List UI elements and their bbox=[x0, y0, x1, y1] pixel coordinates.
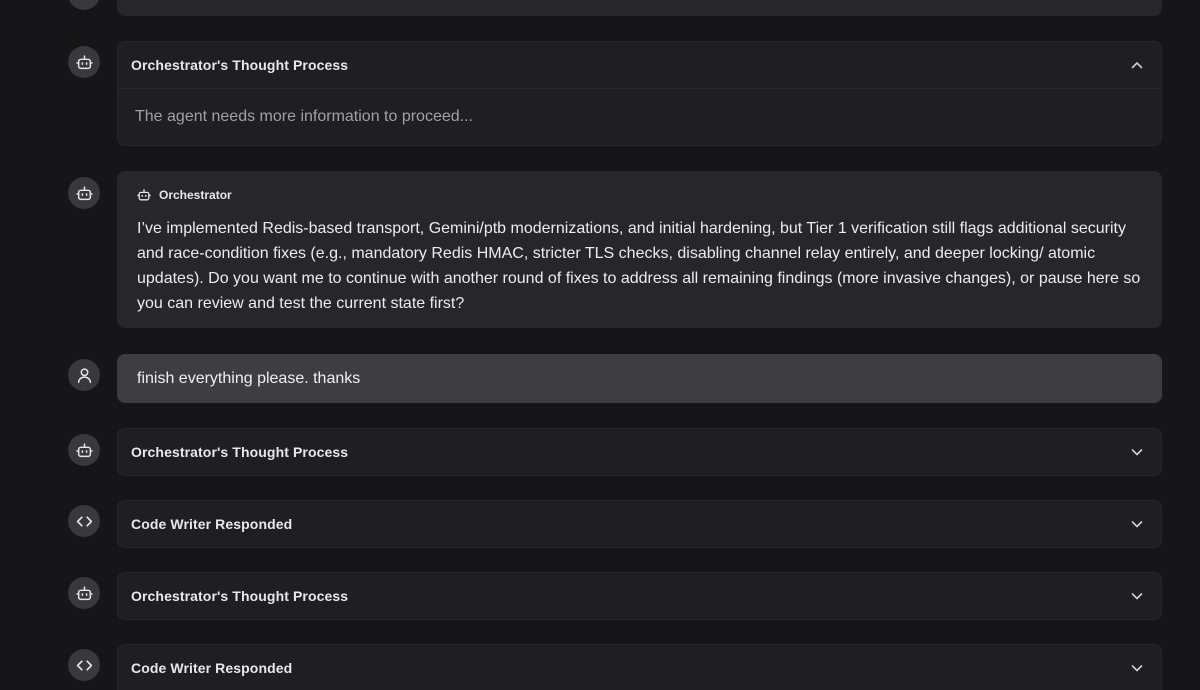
conversation-feed: Orchestrator's Thought Process The agent… bbox=[0, 0, 1200, 690]
orchestrator-message-card: Orchestrator I’ve implemented Redis-base… bbox=[117, 171, 1162, 328]
code-writer-header[interactable]: Code Writer Responded bbox=[118, 501, 1161, 547]
thought-process-title: Orchestrator's Thought Process bbox=[131, 444, 349, 460]
thought-process-card: Orchestrator's Thought Process bbox=[117, 428, 1162, 476]
avatar-robot bbox=[68, 177, 100, 209]
robot-icon bbox=[75, 585, 93, 600]
thought-process-card: Orchestrator's Thought Process The agent… bbox=[117, 41, 1162, 146]
thought-process-title: Orchestrator's Thought Process bbox=[131, 57, 349, 73]
robot-icon bbox=[137, 189, 151, 201]
chevron-down-icon[interactable] bbox=[1129, 516, 1145, 532]
code-writer-header[interactable]: Code Writer Responded bbox=[118, 645, 1161, 690]
code-icon bbox=[76, 515, 92, 527]
code-writer-card: Code Writer Responded bbox=[117, 644, 1162, 690]
thought-process-body: The agent needs more information to proc… bbox=[118, 88, 1161, 145]
thought-process-header[interactable]: Orchestrator's Thought Process bbox=[118, 573, 1161, 619]
avatar-robot bbox=[68, 46, 100, 78]
code-icon bbox=[76, 659, 92, 671]
user-icon bbox=[77, 367, 91, 383]
chevron-down-icon[interactable] bbox=[1129, 444, 1145, 460]
avatar-code bbox=[68, 505, 100, 537]
chevron-up-icon[interactable] bbox=[1129, 57, 1145, 73]
robot-icon bbox=[75, 54, 93, 69]
thought-process-header[interactable]: Orchestrator's Thought Process bbox=[118, 42, 1161, 88]
previous-message-card bbox=[117, 0, 1162, 16]
message-author-name: Orchestrator bbox=[159, 188, 232, 202]
avatar-robot bbox=[68, 577, 100, 609]
thought-process-header[interactable]: Orchestrator's Thought Process bbox=[118, 429, 1161, 475]
avatar-robot bbox=[68, 434, 100, 466]
chevron-down-icon[interactable] bbox=[1129, 588, 1145, 604]
user-message-card: finish everything please. thanks bbox=[117, 354, 1162, 403]
robot-icon bbox=[75, 442, 93, 457]
code-writer-title: Code Writer Responded bbox=[131, 516, 293, 532]
thought-process-title: Orchestrator's Thought Process bbox=[131, 588, 349, 604]
message-text: I’ve implemented Redis-based transport, … bbox=[137, 220, 1141, 312]
thought-process-card: Orchestrator's Thought Process bbox=[117, 572, 1162, 620]
code-writer-card: Code Writer Responded bbox=[117, 500, 1162, 548]
user-message-text: finish everything please. thanks bbox=[137, 369, 361, 387]
robot-icon bbox=[75, 185, 93, 200]
avatar-code bbox=[68, 649, 100, 681]
message-author: Orchestrator bbox=[137, 186, 1142, 204]
chevron-down-icon[interactable] bbox=[1129, 660, 1145, 676]
avatar-user bbox=[68, 359, 100, 391]
avatar-robot bbox=[68, 0, 100, 10]
code-writer-title: Code Writer Responded bbox=[131, 660, 293, 676]
robot-icon bbox=[76, 0, 92, 2]
